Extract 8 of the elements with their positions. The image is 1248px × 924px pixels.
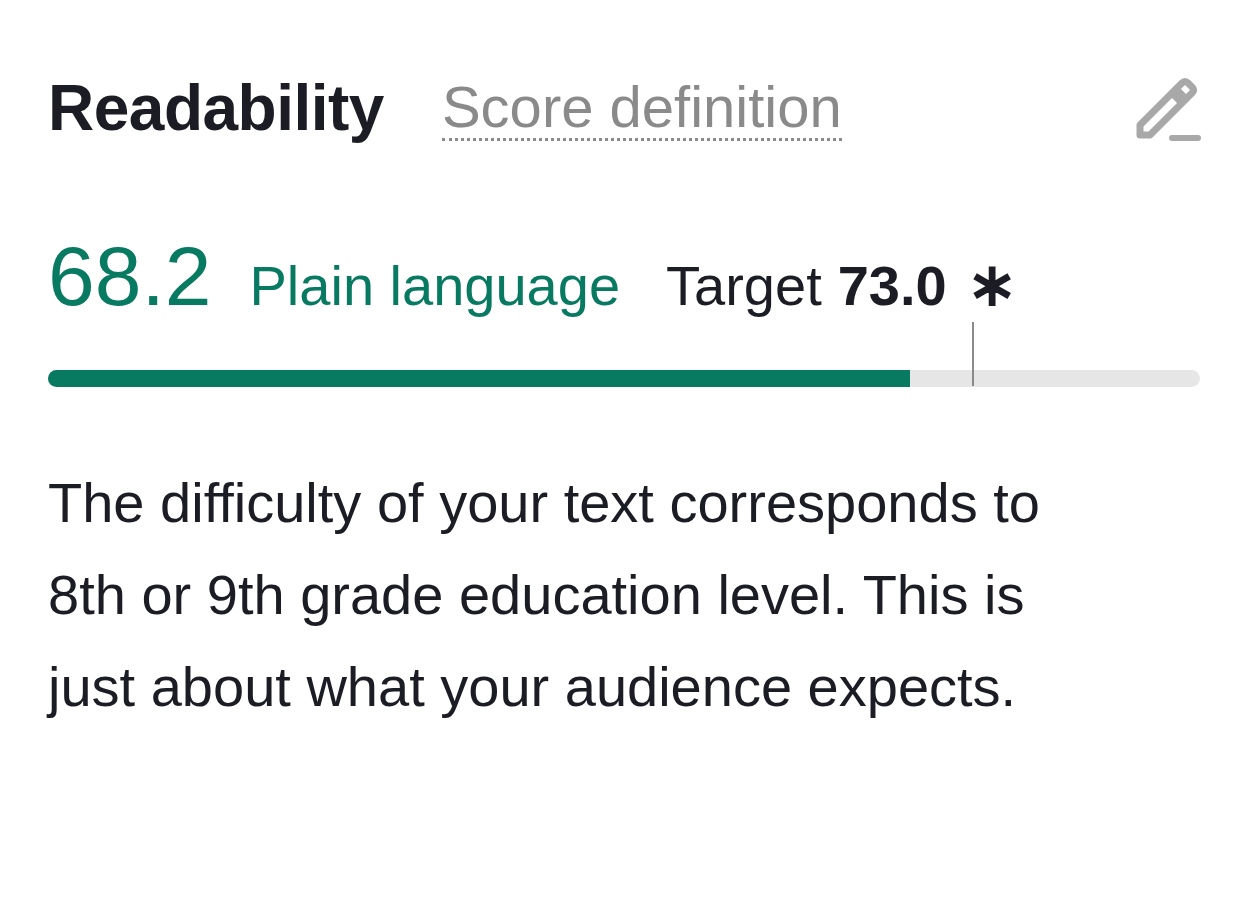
target-label: Target: [666, 253, 822, 318]
score-definition-link[interactable]: Score definition: [441, 74, 842, 142]
score-value: 68.2: [48, 228, 212, 325]
score-label: Plain language: [249, 253, 621, 318]
description-text: The difficulty of your text corresponds to 8th or 9th grade education level. This is just about what your audience expects.: [48, 470, 1041, 720]
target-value: 73.0: [837, 253, 947, 318]
asterisk-icon: ∗: [966, 249, 1017, 319]
panel-title: Readability: [48, 71, 384, 145]
